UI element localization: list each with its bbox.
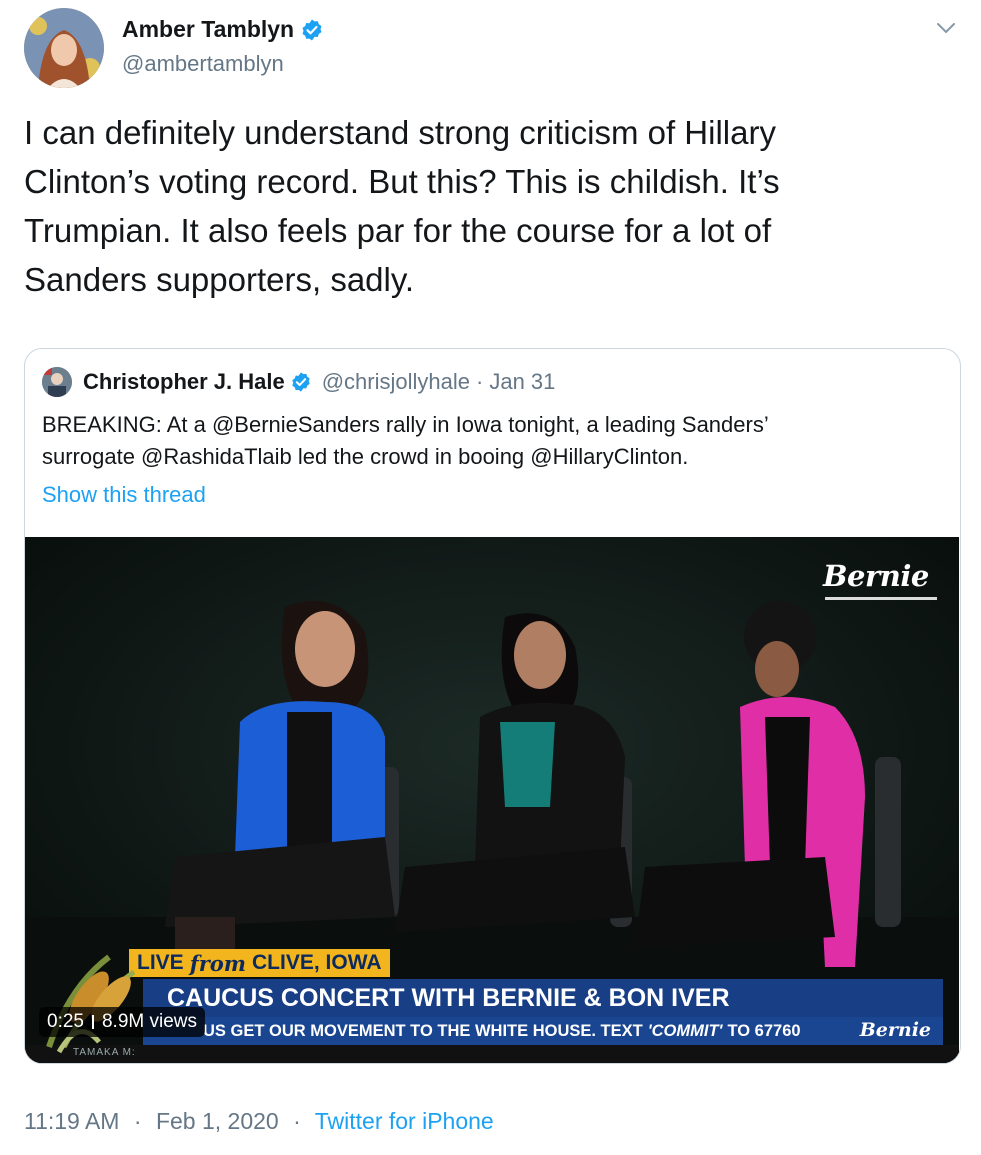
ticker-banner: US GET OUR MOVEMENT TO THE WHITE HOUSE. … [143,1017,943,1045]
ticker-post: TO 67760 [727,1021,801,1040]
separator-dot: · [476,369,484,394]
quoted-text: BREAKING: At a @BernieSanders rally in I… [42,412,769,469]
author-handle[interactable]: @ambertamblyn [122,51,284,77]
avatar-photo-icon [24,8,104,88]
quoted-author-avatar [42,367,72,397]
tweet-time[interactable]: 11:19 AM [24,1108,119,1134]
live-place: CLIVE, IOWA [252,951,382,974]
tweet-text: I can definitely understand strong criti… [24,114,780,298]
tweet-date[interactable]: Feb 1, 2020 [156,1108,279,1134]
quoted-display-name: Christopher J. Hale [83,369,285,394]
tweet-footer: 11:19 AM · Feb 1, 2020 · Twitter for iPh… [24,1108,494,1135]
ticker-commit: 'COMMIT' [647,1021,723,1040]
separator-dot: · [293,1108,301,1134]
quoted-date: Jan 31 [489,369,556,394]
separator-dot: · [133,1108,142,1134]
ticker-pre: US GET OUR MOVEMENT TO THE WHITE HOUSE. … [203,1021,643,1040]
live-from: from [189,950,247,976]
headline-banner: CAUCUS CONCERT WITH BERNIE & BON IVER [143,979,943,1017]
bernie-logo-underline [825,597,937,600]
corn-icon [46,954,136,1054]
verified-badge-icon [292,372,310,392]
live-banner: LIVE from CLIVE, IOWA [129,949,390,977]
ticker-logo: Bernie [859,1019,931,1041]
quoted-tweet[interactable]: Christopher J. Hale @chrisjollyhale · Ja… [24,348,961,1064]
broadcast-lower-third: LIVE from CLIVE, IOWA CAUCUS CONCERT WIT… [25,947,959,1063]
quoted-handle: @chrisjollyhale [321,369,470,394]
video-duration: 0:25 [47,1011,84,1032]
author-name-row: Amber Tamblyn [122,16,324,43]
verified-badge-icon [302,19,322,40]
video-player[interactable]: Bernie LIVE from CLIVE, IOWA CAUCUS CONC… [25,537,959,1063]
bottom-strip: TAMAKA M: [25,1045,959,1063]
chevron-down-icon[interactable] [934,18,958,38]
author-display-name[interactable]: Amber Tamblyn [122,16,294,43]
video-views: 8.9M views [101,1011,198,1032]
badge-separator [91,1015,94,1029]
show-thread-link[interactable]: Show this thread [42,482,206,508]
avatar-photo-icon [42,367,72,397]
author-avatar[interactable] [24,8,104,88]
bernie-logo: Bernie [823,559,929,593]
quoted-header: Christopher J. Hale @chrisjollyhale · Ja… [83,369,555,395]
tweet-source-link[interactable]: Twitter for iPhone [315,1108,494,1134]
tweet-header: Amber Tamblyn @ambertamblyn [0,0,981,100]
video-stats-badge: 0:25 8.9M views [39,1007,206,1037]
